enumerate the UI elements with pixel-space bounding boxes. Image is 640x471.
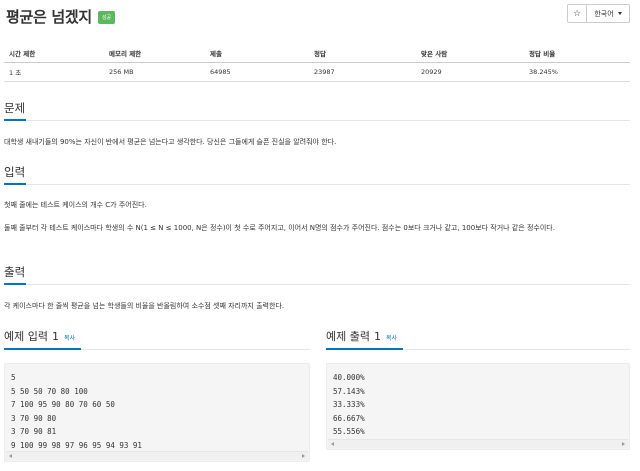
star-button[interactable]: ☆ <box>567 4 587 23</box>
example-output-heading: 예제 출력 1 복사 <box>326 328 397 344</box>
section-divider <box>4 119 630 121</box>
output-heading: 출력 <box>4 265 26 279</box>
column-header: 정답 <box>309 44 416 63</box>
code-line: 3 70 90 80 <box>11 413 57 423</box>
problem-info-table: 시간 제한 메모리 제한 제출 정답 맞은 사람 정답 비율 1 초 256 M… <box>4 44 630 82</box>
table-cell: 23987 <box>309 62 416 82</box>
example-input-box[interactable]: 5 5 50 50 70 80 100 7 100 95 90 80 70 60 5… <box>4 363 310 462</box>
example-input-heading: 예제 입력 1 복사 <box>4 328 75 344</box>
table-cell: 1 초 <box>4 62 104 82</box>
input-heading: 입력 <box>4 165 26 179</box>
column-header: 메모리 제한 <box>104 44 205 63</box>
example-output-divider <box>326 348 630 350</box>
scroll-right-icon[interactable] <box>302 454 305 458</box>
table-cell: 64985 <box>205 62 309 82</box>
title-row: 평균은 넘겠지 성공 <box>6 4 116 28</box>
example-output-box[interactable]: 40.000% 57.143% 33.333% 66.667% 55.556% <box>326 363 630 450</box>
status-badge: 성공 <box>97 10 116 24</box>
section-divider <box>4 183 630 185</box>
column-header: 정답 비율 <box>524 44 630 63</box>
section-divider <box>4 283 630 285</box>
code-line: 33.333% <box>333 400 365 410</box>
column-header: 제출 <box>205 44 309 63</box>
example-input-number: 1 <box>51 330 59 343</box>
column-header: 맞은 사람 <box>416 44 524 63</box>
copy-output-link[interactable]: 복사 <box>386 333 397 342</box>
scroll-right-icon[interactable] <box>622 442 625 446</box>
input-description-1: 첫째 줄에는 테스트 케이스의 개수 C가 주어진다. <box>4 201 147 209</box>
column-header: 시간 제한 <box>4 44 104 63</box>
horizontal-scrollbar[interactable] <box>328 439 628 448</box>
code-line: 7 100 95 90 80 70 60 50 <box>11 400 115 410</box>
code-line: 40.000% <box>333 373 365 382</box>
example-input-code: 5 5 50 50 70 80 100 7 100 95 90 80 70 60 5… <box>5 364 309 460</box>
horizontal-scrollbar[interactable] <box>6 451 308 460</box>
language-dropdown[interactable]: 한국어 <box>587 4 630 23</box>
scroll-left-icon[interactable] <box>331 442 334 446</box>
table-cell: 256 MB <box>104 62 205 82</box>
star-icon: ☆ <box>572 8 582 19</box>
code-line: 55.556% <box>333 427 365 437</box>
problem-heading: 문제 <box>4 101 26 115</box>
problem-description: 대학생 새내기들의 90%는 자신이 반에서 평균은 넘는다고 생각한다. 당신… <box>4 138 337 146</box>
table-header-row: 시간 제한 메모리 제한 제출 정답 맞은 사람 정답 비율 <box>4 44 630 63</box>
scroll-left-icon[interactable] <box>9 454 12 458</box>
example-output-title: 예제 출력 <box>326 330 370 343</box>
table-row: 1 초 256 MB 64985 23987 20929 38.245% <box>4 62 630 82</box>
code-line: 57.143% <box>333 386 365 396</box>
example-output-number: 1 <box>373 330 381 343</box>
page-title: 평균은 넘겠지 <box>6 7 92 26</box>
chevron-down-icon <box>617 12 622 15</box>
table-cell: 20929 <box>416 62 524 82</box>
language-label: 한국어 <box>594 9 614 18</box>
input-description-2: 둘째 줄부터 각 테스트 케이스마다 학생의 수 N(1 ≤ N ≤ 1000,… <box>4 224 555 232</box>
copy-input-link[interactable]: 복사 <box>64 333 75 342</box>
header-controls: ☆ 한국어 <box>567 4 630 23</box>
example-input-divider <box>4 348 310 350</box>
example-output-code: 40.000% 57.143% 33.333% 66.667% 55.556% <box>327 364 629 446</box>
code-line: 3 70 90 81 <box>11 427 57 437</box>
table-cell: 38.245% <box>524 62 630 82</box>
example-input-title: 예제 입력 <box>4 330 48 343</box>
output-description: 각 케이스마다 한 줄씩 평균을 넘는 학생들의 비율을 반올림하여 소수점 셋… <box>4 302 285 310</box>
code-line: 5 <box>11 373 16 382</box>
code-line: 5 50 50 70 80 100 <box>11 386 88 396</box>
code-line: 66.667% <box>333 413 365 423</box>
